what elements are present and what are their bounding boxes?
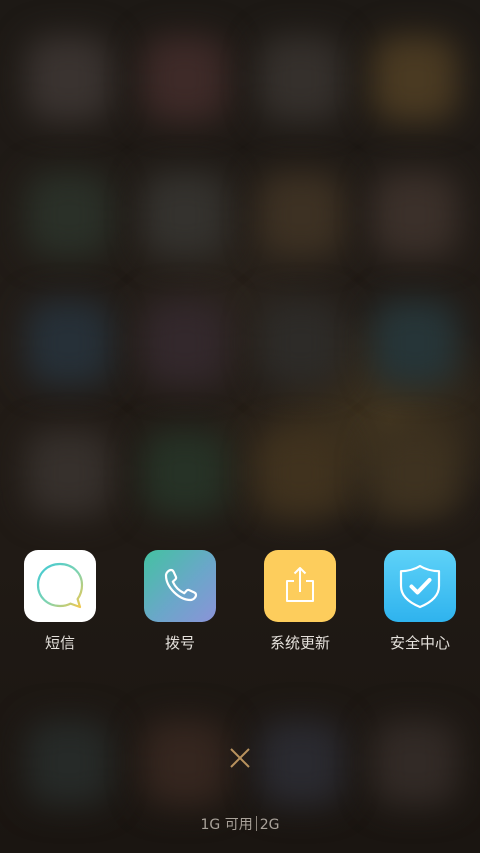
memory-available: 1G 可用 xyxy=(200,817,253,833)
close-icon xyxy=(230,748,250,768)
app-dialer[interactable]: 拨号 xyxy=(120,550,240,660)
app-label: 安全中心 xyxy=(389,634,450,652)
share-upload-icon xyxy=(264,550,336,622)
blurred-app-icon xyxy=(372,430,458,516)
blurred-app-icon xyxy=(26,720,112,806)
app-security-center[interactable]: 安全中心 xyxy=(360,550,480,660)
blurred-app-icon xyxy=(142,172,228,258)
blurred-app-icon xyxy=(258,300,344,386)
app-sms[interactable]: 短信 xyxy=(0,550,120,660)
blurred-app-icon xyxy=(26,300,112,386)
blurred-background xyxy=(0,0,480,853)
close-button[interactable] xyxy=(220,738,260,778)
recent-apps-screen: 短信 拨号 系统更新 安全中心 1G 可用 2G xyxy=(0,0,480,853)
blurred-app-icon xyxy=(26,430,112,516)
app-label: 拨号 xyxy=(164,634,195,652)
recent-apps-row: 短信 拨号 系统更新 安全中心 xyxy=(0,550,480,660)
blurred-app-icon xyxy=(258,172,344,258)
message-bubble-icon xyxy=(24,550,96,622)
blurred-app-icon xyxy=(26,172,112,258)
blurred-app-icon xyxy=(142,430,228,516)
blurred-app-icon xyxy=(142,36,228,122)
memory-divider xyxy=(255,816,257,831)
app-system-update[interactable]: 系统更新 xyxy=(240,550,360,660)
phone-handset-icon xyxy=(144,550,216,622)
blurred-app-icon xyxy=(142,720,228,806)
memory-total: 2G xyxy=(259,817,280,833)
blurred-app-icon xyxy=(372,172,458,258)
shield-check-icon xyxy=(384,550,456,622)
blurred-app-icon xyxy=(258,720,344,806)
memory-status: 1G 可用 2G xyxy=(0,814,480,836)
blurred-app-icon xyxy=(142,300,228,386)
blurred-app-icon xyxy=(372,720,458,806)
blurred-app-icon xyxy=(372,300,458,386)
blurred-app-icon xyxy=(258,36,344,122)
app-label: 短信 xyxy=(44,634,75,652)
blurred-app-icon xyxy=(26,36,112,122)
blurred-app-icon xyxy=(372,36,458,122)
app-label: 系统更新 xyxy=(269,634,330,652)
blurred-app-icon xyxy=(258,430,344,516)
